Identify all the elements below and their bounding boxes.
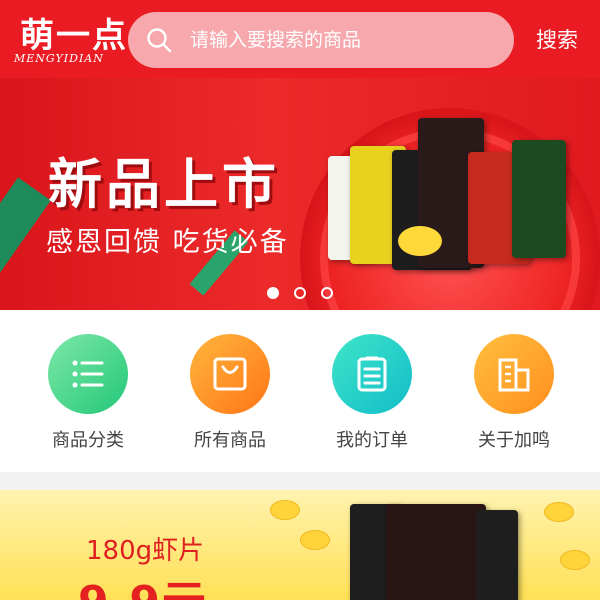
promo-banner-shrimp-chips[interactable]: 180g虾片 9.9元: [0, 490, 600, 600]
promo-banner-carousel[interactable]: 新品上市 感恩回馈 吃货必备: [0, 78, 600, 310]
building-icon: [498, 358, 530, 392]
snack-pack: [386, 504, 486, 600]
order-icon: [357, 356, 387, 392]
banner-subtitle: 感恩回馈 吃货必备: [46, 227, 289, 258]
top-bar: 萌一点 MENGYIDIAN 搜索: [0, 0, 600, 78]
nav-item-label: 所有商品: [194, 430, 266, 451]
carousel-indicator: [0, 282, 600, 301]
nav-item-all-products[interactable]: 所有商品: [170, 334, 290, 464]
carousel-dot-1[interactable]: [266, 286, 279, 299]
bag-icon: [213, 357, 247, 391]
nav-item-about[interactable]: 关于加鸣: [454, 334, 574, 464]
nav-item-product-categories[interactable]: 商品分类: [28, 334, 148, 464]
snack-pack: [512, 140, 566, 258]
chip-decoration: [300, 530, 330, 550]
logo-text-en: MENGYIDIAN: [14, 52, 104, 65]
chip-image: [398, 226, 442, 256]
nav-item-label: 我的订单: [336, 430, 408, 451]
section-divider: [0, 472, 600, 490]
snack-pack: [476, 510, 518, 600]
nav-item-label: 商品分类: [52, 430, 124, 451]
carousel-dot-2[interactable]: [294, 286, 306, 299]
building-icon-circle: [474, 334, 554, 414]
promo-price: 9.9元: [78, 566, 208, 600]
search-button[interactable]: 搜索: [536, 24, 578, 54]
nav-item-my-orders[interactable]: 我的订单: [312, 334, 432, 464]
banner-title: 新品上市: [48, 153, 280, 216]
order-icon-circle: [332, 334, 412, 414]
chip-decoration: [560, 550, 590, 570]
search-icon: [147, 28, 172, 53]
list-icon: [72, 360, 104, 388]
category-shortcuts: 商品分类 所有商品 我的订单 关于加鸣: [0, 310, 600, 472]
list-icon-circle: [48, 334, 128, 414]
brand-logo[interactable]: 萌一点 MENGYIDIAN: [14, 8, 134, 70]
decorative-stripe: [0, 177, 51, 299]
search-box[interactable]: [128, 12, 514, 68]
promo-text: 180g虾片: [86, 536, 205, 566]
chip-decoration: [544, 502, 574, 522]
logo-text-cn: 萌一点: [20, 16, 128, 56]
bag-icon-circle: [190, 334, 270, 414]
search-input[interactable]: [190, 25, 490, 55]
nav-item-label: 关于加鸣: [478, 430, 550, 451]
carousel-dot-3[interactable]: [321, 286, 334, 299]
chip-decoration: [270, 500, 300, 520]
